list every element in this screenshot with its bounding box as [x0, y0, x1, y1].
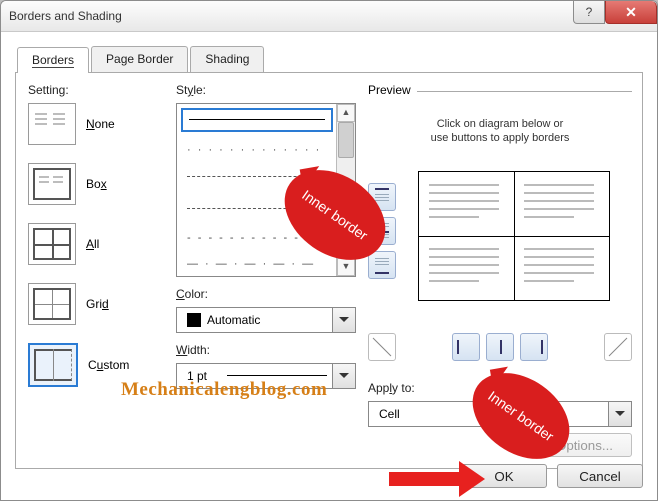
style-selected [181, 108, 333, 132]
preview-column: Preview Click on diagram below or use bu… [368, 83, 632, 145]
tab-page-border[interactable]: Page Border [91, 46, 188, 72]
all-icon [28, 223, 76, 265]
preview-label: Preview [368, 83, 417, 97]
dialog-footer: OK Cancel [461, 464, 643, 488]
custom-icon [28, 343, 78, 387]
setting-column: Setting: None Box All Grid Custom [28, 83, 158, 405]
scroll-thumb[interactable] [338, 122, 354, 158]
setting-grid[interactable]: Grid [28, 283, 158, 325]
color-dropdown[interactable]: Automatic [176, 307, 356, 333]
color-label: Color: [176, 287, 356, 301]
tab-strip: Borders Page Border Shading [17, 46, 657, 72]
help-button[interactable]: ? [573, 1, 605, 24]
scroll-up-icon[interactable]: ▲ [337, 104, 355, 122]
style-label: Style: [176, 83, 356, 97]
cancel-button[interactable]: Cancel [557, 464, 643, 488]
none-icon [28, 103, 76, 145]
border-left-button[interactable] [452, 333, 480, 361]
preview-hint: Click on diagram below or use buttons to… [368, 117, 632, 145]
setting-none[interactable]: None [28, 103, 158, 145]
setting-all-label: All [86, 237, 99, 251]
chevron-down-icon [332, 364, 355, 388]
setting-box-label: Box [86, 177, 107, 191]
preview-bottom-buttons [368, 333, 632, 361]
close-button[interactable]: ✕ [605, 1, 657, 24]
tab-borders[interactable]: Borders [17, 47, 89, 73]
setting-all[interactable]: All [28, 223, 158, 265]
scroll-down-icon[interactable]: ▼ [337, 258, 355, 276]
preview-diagram[interactable] [418, 171, 610, 301]
dialog-window: Borders and Shading ? ✕ Borders Page Bor… [0, 0, 658, 501]
border-diag-up-button[interactable] [604, 333, 632, 361]
box-icon [28, 163, 76, 205]
setting-grid-label: Grid [86, 297, 109, 311]
grid-icon [28, 283, 76, 325]
color-swatch [187, 313, 201, 327]
border-right-button[interactable] [520, 333, 548, 361]
width-label: Width: [176, 343, 356, 357]
watermark: Mechanicalengblog.com [121, 379, 327, 401]
border-diag-down-button[interactable] [368, 333, 396, 361]
border-bottom-button[interactable] [368, 251, 396, 279]
apply-to-value: Cell [379, 407, 400, 421]
setting-custom-label: Custom [88, 358, 129, 372]
setting-box[interactable]: Box [28, 163, 158, 205]
tab-shading[interactable]: Shading [190, 46, 264, 72]
titlebar: Borders and Shading ? ✕ [1, 1, 657, 32]
chevron-down-icon [332, 308, 355, 332]
setting-label: Setting: [28, 83, 158, 97]
color-value: Automatic [207, 313, 260, 327]
setting-none-label: None [86, 117, 115, 131]
chevron-down-icon [608, 402, 631, 426]
title: Borders and Shading [9, 9, 122, 23]
annotation-arrow [389, 461, 485, 497]
